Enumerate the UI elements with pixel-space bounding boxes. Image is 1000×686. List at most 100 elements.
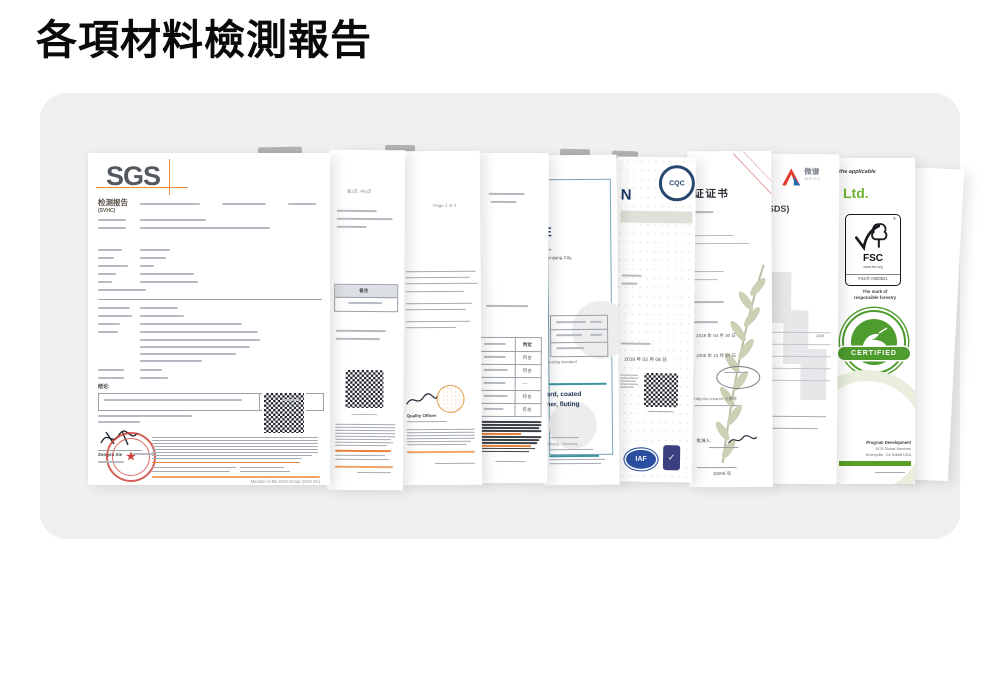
text-line	[875, 472, 905, 473]
text-line	[282, 399, 300, 401]
text-line	[152, 455, 312, 456]
text-line	[484, 408, 504, 410]
text-line	[98, 249, 122, 251]
text-line	[406, 303, 472, 305]
text-line	[481, 448, 535, 450]
verdict-cell: —	[523, 381, 528, 386]
text-line	[98, 461, 124, 463]
text-line	[406, 283, 478, 285]
text-line	[98, 323, 120, 325]
text-line	[335, 439, 391, 441]
text-line	[407, 438, 475, 440]
certificates-panel: the applicable Ltd. ® FSC www.fsc.org FS…	[40, 93, 960, 539]
text-line	[337, 218, 393, 220]
text-line	[486, 305, 528, 307]
text-line	[98, 450, 142, 451]
text-line	[140, 257, 166, 259]
text-line	[140, 360, 202, 362]
text-line	[406, 309, 466, 311]
text-line	[484, 382, 506, 384]
text-line	[288, 203, 316, 205]
verdict-header: 判定	[523, 342, 532, 347]
text-line	[140, 315, 184, 317]
text-line	[152, 443, 318, 444]
text-line	[549, 463, 601, 464]
green-footer-bar	[839, 461, 911, 466]
text-line	[152, 446, 318, 447]
text-line	[132, 453, 154, 455]
gray-band	[620, 211, 692, 224]
text-line	[694, 243, 750, 244]
text-line	[406, 291, 464, 293]
text-line	[481, 427, 539, 429]
fsc-mark-line1: The mark of	[835, 289, 915, 294]
sgs-logo-crosshair-v	[169, 159, 170, 195]
text-line	[407, 421, 447, 422]
text-line	[481, 421, 541, 423]
page-title: 各項材料檢測報告	[36, 6, 372, 66]
text-line	[98, 265, 128, 267]
text-line	[335, 466, 393, 468]
cnca-query-url: http://cx.cnca.cn 上查询	[694, 397, 736, 402]
document-verdict-report: 判定 符合 符合 — 符合 符合	[477, 153, 549, 483]
text-line	[140, 339, 260, 341]
text-line	[98, 377, 124, 379]
fsc-license-code: FSC® A000521	[846, 274, 900, 282]
text-line	[406, 277, 470, 279]
text-line	[152, 467, 236, 468]
text-line	[407, 451, 475, 453]
text-line	[152, 449, 318, 450]
fsc-tree-check-icon	[853, 221, 893, 251]
text-line	[549, 459, 605, 460]
text-line	[622, 275, 642, 277]
text-line	[152, 452, 318, 453]
qr-code	[644, 373, 678, 407]
text-line	[98, 415, 192, 417]
text-line	[98, 289, 146, 291]
text-line	[98, 219, 126, 221]
verdict-cell: 符合	[523, 407, 532, 412]
text-line	[140, 331, 258, 333]
officer-signature	[405, 391, 439, 409]
text-line	[481, 433, 521, 435]
text-line	[98, 331, 118, 333]
approver-signature	[727, 433, 759, 447]
scs-address-2: SCS Global Services	[876, 447, 911, 451]
document-cqc-certificate: N CQC 2019 年 02 月 08 日 IAF ✓	[613, 156, 697, 482]
text-line	[335, 455, 385, 457]
text-line	[152, 471, 230, 472]
qr-code	[345, 370, 383, 408]
text-line	[98, 281, 112, 283]
text-line	[484, 356, 506, 358]
text-line	[407, 441, 471, 443]
cert-date-1: 2019 年 04 月 30 日	[696, 333, 736, 338]
conclusion-label: 结论:	[98, 385, 110, 391]
report-subtitle: (SVHC)	[98, 209, 115, 215]
document-blue-frame-certificate: E td. Zhenjiang City, testing standard o…	[541, 155, 620, 486]
text-line	[152, 458, 302, 459]
text-line	[357, 472, 391, 473]
red-company-stamp	[106, 432, 156, 482]
text-line	[407, 444, 467, 446]
text-line	[484, 395, 508, 397]
text-line	[140, 377, 168, 379]
text-line	[140, 369, 162, 371]
fsc-logo: ® FSC www.fsc.org FSC® A000521	[845, 214, 901, 286]
text-line	[240, 471, 290, 472]
scs-address-1: Program Development	[866, 441, 911, 446]
document-english-report: Page 1 of 4 Quality Officer	[399, 151, 482, 486]
text-line	[495, 461, 525, 462]
text-line	[556, 321, 586, 323]
approver-label: 批准人:	[697, 438, 712, 443]
oval-stamp	[716, 366, 760, 389]
sgs-member-note: Member of the SGS Group (SGS SA)	[208, 480, 320, 485]
orange-seal	[436, 385, 464, 413]
text-line	[98, 227, 126, 229]
text-line	[152, 476, 320, 478]
text-line	[621, 283, 637, 285]
certified-badge: CERTIFIED	[842, 310, 906, 374]
fsc-reg-mark: ®	[893, 217, 896, 222]
ltd-text: Ltd.	[843, 185, 869, 201]
document-strip-report: 第1页, 共4页 备注	[327, 150, 405, 491]
standard-note: testing standard	[548, 360, 577, 365]
